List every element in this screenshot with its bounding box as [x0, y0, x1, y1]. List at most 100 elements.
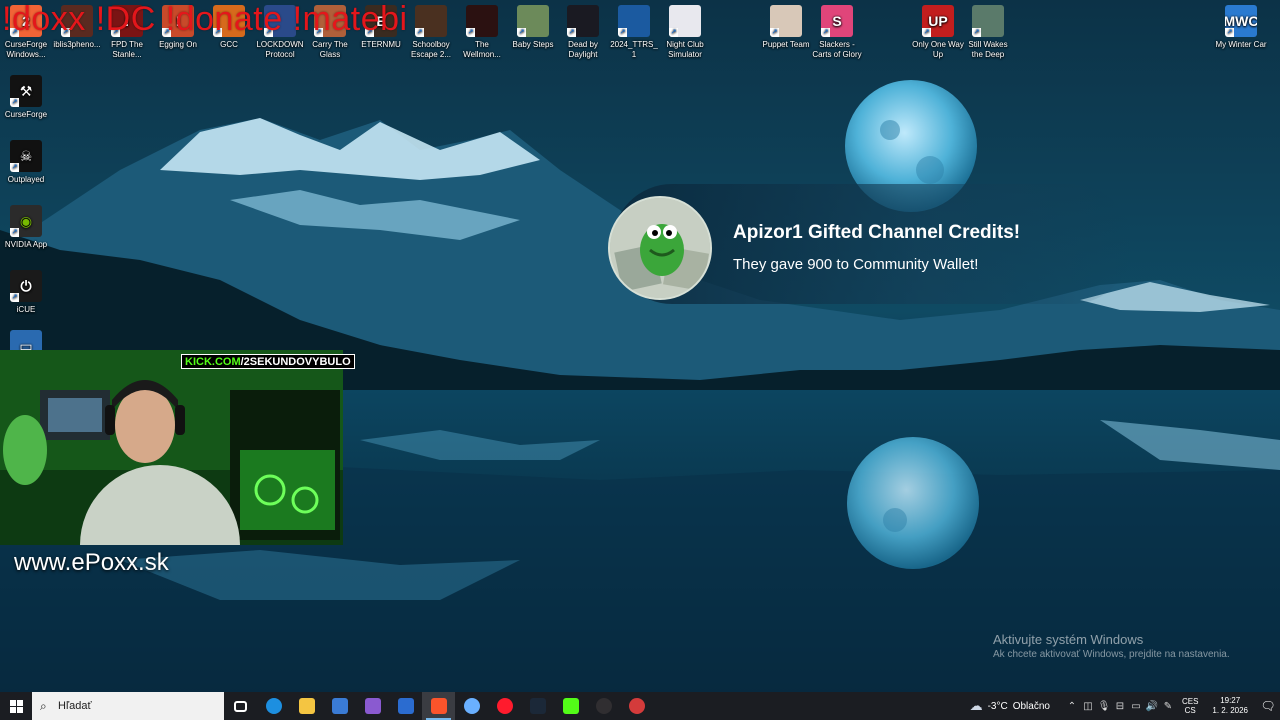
desktop-icon[interactable]: ↗ Schoolboy Escape 2... [405, 5, 457, 60]
brave-icon [430, 698, 447, 714]
app-red-icon [628, 698, 645, 714]
activation-watermark-subtitle: Ak chcete aktivovať Windows, prejdite na… [993, 649, 1230, 660]
obs-icon [595, 698, 612, 714]
shortcut-arrow-icon: ↗ [972, 28, 981, 37]
app-glyph: MWC [1225, 13, 1257, 29]
app-icon: UP ↗ [922, 5, 954, 37]
taskbar-app-app-blue[interactable] [455, 692, 488, 720]
shortcut-arrow-icon: ↗ [1225, 28, 1234, 37]
desktop-icon-label: CurseForge [4, 110, 48, 119]
pen-icon[interactable]: ✎ [1160, 701, 1176, 712]
weather-widget[interactable]: ☁ -3°C Oblačno [970, 698, 1050, 714]
taskbar-app-obs[interactable] [587, 692, 620, 720]
kick-prefix: KICK.COM [185, 356, 241, 368]
alert-avatar [608, 196, 712, 300]
weather-temp: -3°C [987, 700, 1008, 712]
website-url-overlay: www.ePoxx.sk [14, 549, 169, 576]
desktop-icon[interactable]: S ↗ Slackers - Carts of Glory [811, 5, 863, 60]
clock-time: 19:27 [1220, 696, 1241, 705]
store-icon [331, 698, 348, 714]
taskbar-search-box[interactable]: ⌕ Hľadať [32, 692, 224, 720]
microphone-icon[interactable]: 🎙 [1096, 701, 1112, 712]
desktop-icon[interactable]: ↗ Night Club Simulator [659, 5, 711, 60]
desktop-icon-label: NVIDIA App [4, 240, 48, 249]
desktop-icon-label: iCUE [16, 305, 36, 314]
start-button[interactable] [0, 692, 32, 720]
desktop-icon-label: Still Wakes the Deep [968, 40, 1008, 59]
taskbar-app-file-explorer[interactable] [290, 692, 323, 720]
taskbar-apps [224, 692, 653, 720]
desktop-icon[interactable]: ⏻ ↗ iCUE [0, 270, 52, 315]
shortcut-arrow-icon: ↗ [10, 228, 19, 237]
app-icon: ↗ [972, 5, 1004, 37]
alert-subtitle: They gave 900 to Community Wallet! [733, 256, 979, 273]
taskbar-clock[interactable]: 19:27 1. 2. 2026 [1212, 696, 1248, 716]
shortcut-arrow-icon: ↗ [922, 28, 931, 37]
stream-commands-overlay: !doxx !DC !donate !matebi [2, 0, 408, 38]
desktop-icon[interactable]: ◉ ↗ NVIDIA App [0, 205, 52, 250]
desktop-icon-label: GCC [220, 40, 238, 49]
taskbar-app-steam[interactable] [521, 692, 554, 720]
task-view-icon [234, 700, 247, 712]
edge-icon [265, 698, 282, 714]
meet-icon[interactable]: ◫ [1080, 701, 1096, 712]
app-icon: ↗ [466, 5, 498, 37]
taskbar-app-opera[interactable] [488, 692, 521, 720]
taskbar-app-mail[interactable] [389, 692, 422, 720]
activation-watermark-title: Aktivujte systém Windows [993, 632, 1144, 647]
desktop-icon-label: Slackers - Carts of Glory [812, 40, 862, 59]
desktop-icon-label: Only One Way Up [912, 40, 964, 59]
desktop-icon[interactable]: ↗ The Wellmon... [456, 5, 508, 60]
taskbar: ⌕ Hľadať ☁ -3°C Oblačno ⌃ ◫ 🎙 ⊟ ▭ 🔊 ✎ CE… [0, 692, 1280, 720]
notification-center-icon[interactable]: 🗨 [1256, 699, 1280, 713]
app-icon: ☠ ↗ [10, 140, 42, 172]
desktop-icon[interactable]: ☠ ↗ Outplayed [0, 140, 52, 185]
shortcut-arrow-icon: ↗ [669, 28, 678, 37]
taskbar-app-app-red[interactable] [620, 692, 653, 720]
taskbar-app-store[interactable] [323, 692, 356, 720]
desktop-icon[interactable]: ↗ 2024_TTRS_1 [608, 5, 660, 60]
desktop-icon-label: Schoolboy Escape 2... [410, 40, 452, 59]
taskbar-app-copilot[interactable] [356, 692, 389, 720]
app-icon: ↗ [415, 5, 447, 37]
weather-condition: Oblačno [1012, 700, 1050, 712]
desktop-icon[interactable]: ↗ Puppet Team [760, 5, 812, 50]
desktop-icon[interactable]: MWC ↗ My Winter Car [1215, 5, 1267, 50]
desktop-icon-label: LOCKDOWN Protocol [256, 40, 304, 59]
desktop-icon[interactable]: ↗ Dead by Daylight [557, 5, 609, 60]
shortcut-arrow-icon: ↗ [517, 28, 526, 37]
taskbar-app-kick[interactable] [554, 692, 587, 720]
keyboard-layout: CS [1184, 706, 1196, 715]
language-code: CES [1181, 697, 1199, 706]
shortcut-arrow-icon: ↗ [10, 293, 19, 302]
app-blue-icon [463, 698, 480, 714]
app-icon: ↗ [517, 5, 549, 37]
shortcut-arrow-icon: ↗ [415, 28, 424, 37]
taskbar-app-brave[interactable] [422, 692, 455, 720]
chevron-up-icon[interactable]: ⌃ [1064, 701, 1080, 712]
desktop-icon[interactable]: ⚒ ↗ CurseForge [0, 75, 52, 120]
language-indicator[interactable]: CES CS [1182, 697, 1198, 715]
system-tray: ☁ -3°C Oblačno ⌃ ◫ 🎙 ⊟ ▭ 🔊 ✎ CES CS 19:2… [970, 692, 1280, 720]
taskbar-app-task-view[interactable] [224, 692, 257, 720]
network-icon[interactable]: ⊟ [1112, 701, 1128, 712]
app-glyph: ☠ [19, 148, 33, 164]
desktop-icon[interactable]: UP ↗ Only One Way Up [912, 5, 964, 60]
taskbar-app-edge[interactable] [257, 692, 290, 720]
display-icon[interactable]: ▭ [1128, 701, 1144, 712]
desktop-icon-label: Outplayed [7, 175, 45, 184]
search-placeholder: Hľadať [58, 700, 92, 712]
desktop-icon-label: Dead by Daylight [568, 40, 598, 59]
app-icon: ↗ [567, 5, 599, 37]
desktop-icon[interactable]: ↗ Still Wakes the Deep [962, 5, 1014, 60]
shortcut-arrow-icon: ↗ [10, 98, 19, 107]
desktop-icon[interactable]: ↗ Baby Steps [507, 5, 559, 50]
desktop-icon-label: iblis3pheno... [53, 40, 101, 49]
desktop-icon-label: Baby Steps [512, 40, 554, 49]
volume-icon[interactable]: 🔊 [1144, 701, 1160, 712]
app-glyph: ⏻ [20, 278, 32, 294]
shortcut-arrow-icon: ↗ [10, 163, 19, 172]
app-icon: ↗ [770, 5, 802, 37]
steam-icon [529, 698, 546, 714]
clock-date: 1. 2. 2026 [1212, 706, 1248, 715]
